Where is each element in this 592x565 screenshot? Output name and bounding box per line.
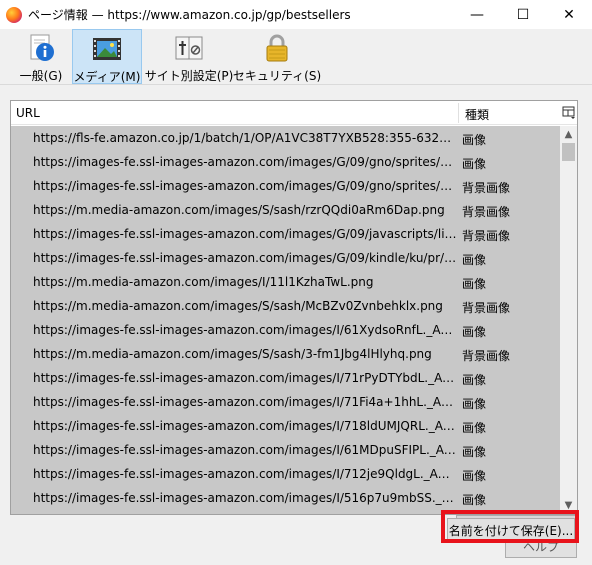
tab-media-label: メディア(M) [73, 70, 141, 84]
tab-permissions[interactable]: サイト別設定(P) [144, 29, 234, 84]
list-item-url: https://images-fe.ssl-images-amazon.com/… [33, 467, 457, 481]
list-item-url: https://images-fe.ssl-images-amazon.com/… [33, 443, 457, 457]
info-icon [25, 32, 57, 64]
minimize-button[interactable]: — [454, 0, 500, 29]
firefox-icon [6, 6, 22, 23]
list-item-url: https://images-fe.ssl-images-amazon.com/… [33, 323, 457, 337]
list-item-url: https://m.media-amazon.com/images/I/11l1… [33, 275, 374, 289]
list-item-url: https://images-fe.ssl-images-amazon.com/… [33, 155, 457, 169]
list-item[interactable]: https://m.media-amazon.com/images/I/11l1… [11, 270, 560, 294]
column-picker-icon[interactable] [562, 105, 576, 119]
scroll-up-icon[interactable]: ▲ [560, 126, 577, 143]
list-item-type: 画像 [462, 397, 487, 411]
list-item[interactable]: https://m.media-amazon.com/images/S/sash… [11, 198, 560, 222]
list-item-type: 画像 [462, 493, 487, 507]
list-item-url: https://images-fe.ssl-images-amazon.com/… [33, 419, 457, 433]
list-item[interactable]: https://images-fe.ssl-images-amazon.com/… [11, 462, 560, 486]
list-item-type: 画像 [462, 469, 487, 483]
list-header: URL 種類 [11, 101, 577, 125]
list-item[interactable]: https://images-fe.ssl-images-amazon.com/… [11, 318, 560, 342]
tab-media[interactable]: メディア(M) [72, 29, 142, 84]
list-item-type: 背景画像 [462, 349, 511, 363]
scrollbar-thumb[interactable] [562, 143, 575, 161]
list-item[interactable]: https://images-fe.ssl-images-amazon.com/… [11, 246, 560, 270]
maximize-button[interactable]: ☐ [500, 0, 546, 29]
window-title: ページ情報 — https://www.amazon.co.jp/gp/best… [28, 8, 351, 22]
list-item-type: 画像 [462, 157, 487, 171]
list-item[interactable]: https://images-fe.ssl-images-amazon.com/… [11, 150, 560, 174]
media-icon [91, 33, 123, 65]
list-item[interactable]: https://images-fe.ssl-images-amazon.com/… [11, 366, 560, 390]
list-item-url: https://m.media-amazon.com/images/S/sash… [33, 203, 445, 217]
tab-general-label: 一般(G) [19, 69, 63, 83]
list-item-url: https://images-fe.ssl-images-amazon.com/… [33, 491, 457, 505]
list-item-type: 画像 [462, 253, 487, 267]
list-item-type: 画像 [462, 421, 487, 435]
list-item-url: https://images-fe.ssl-images-amazon.com/… [33, 179, 457, 193]
column-header-url[interactable]: URL [16, 106, 40, 120]
list-item[interactable]: https://images-fe.ssl-images-amazon.com/… [11, 438, 560, 462]
list-item-type: 画像 [462, 445, 487, 459]
list-item[interactable]: https://images-fe.ssl-images-amazon.com/… [11, 390, 560, 414]
list-item-type: 背景画像 [462, 205, 511, 219]
permissions-icon [173, 32, 205, 64]
scroll-down-icon[interactable]: ▼ [560, 497, 577, 514]
list-item-type: 画像 [462, 277, 487, 291]
tab-security[interactable]: セキュリティ(S) [233, 29, 321, 84]
list-item-type: 画像 [462, 133, 487, 147]
title-bar: ページ情報 — https://www.amazon.co.jp/gp/best… [0, 0, 592, 29]
page-info-toolbar: 一般(G) メディア(M) サイト別設定(P) セキュリティ(S) [0, 29, 592, 85]
media-list[interactable]: URL 種類 https://fls-fe.amazon.co.jp/1/bat… [10, 100, 578, 515]
tab-permissions-label: サイト別設定(P) [144, 69, 234, 83]
list-item-url: https://m.media-amazon.com/images/S/sash… [33, 347, 432, 361]
tab-security-label: セキュリティ(S) [232, 69, 322, 83]
list-item[interactable]: https://images-fe.ssl-images-amazon.com/… [11, 486, 560, 510]
list-item[interactable]: https://fls-fe.amazon.co.jp/1/batch/1/OP… [11, 126, 560, 150]
vertical-scrollbar[interactable]: ▲ ▼ [560, 126, 577, 514]
close-button[interactable]: ✕ [546, 0, 592, 29]
list-rows: https://fls-fe.amazon.co.jp/1/batch/1/OP… [11, 126, 560, 514]
list-item[interactable]: https://images-fe.ssl-images-amazon.com/… [11, 222, 560, 246]
list-item-url: https://images-fe.ssl-images-amazon.com/… [33, 371, 457, 385]
list-item[interactable]: https://m.media-amazon.com/images/S/sash… [11, 342, 560, 366]
tab-general[interactable]: 一般(G) [14, 29, 68, 84]
list-item-type: 背景画像 [462, 301, 511, 315]
list-item-url: https://fls-fe.amazon.co.jp/1/batch/1/OP… [33, 131, 457, 145]
list-item-url: https://images-fe.ssl-images-amazon.com/… [33, 395, 457, 409]
column-header-type[interactable]: 種類 [465, 106, 489, 123]
list-item-url: https://images-fe.ssl-images-amazon.com/… [33, 251, 457, 265]
list-item[interactable]: https://images-fe.ssl-images-amazon.com/… [11, 174, 560, 198]
column-separator[interactable] [458, 103, 459, 123]
lock-icon [261, 32, 293, 64]
list-item-type: 画像 [462, 373, 487, 387]
list-item[interactable]: https://m.media-amazon.com/images/S/sash… [11, 294, 560, 318]
list-item-type: 背景画像 [462, 181, 511, 195]
list-item-type: 背景画像 [462, 229, 511, 243]
list-item[interactable]: https://images-fe.ssl-images-amazon.com/… [11, 414, 560, 438]
list-item-url: https://m.media-amazon.com/images/S/sash… [33, 299, 443, 313]
list-item-type: 画像 [462, 325, 487, 339]
list-item-url: https://images-fe.ssl-images-amazon.com/… [33, 227, 457, 241]
save-as-button[interactable]: 名前を付けて保存(E)... [447, 518, 575, 542]
